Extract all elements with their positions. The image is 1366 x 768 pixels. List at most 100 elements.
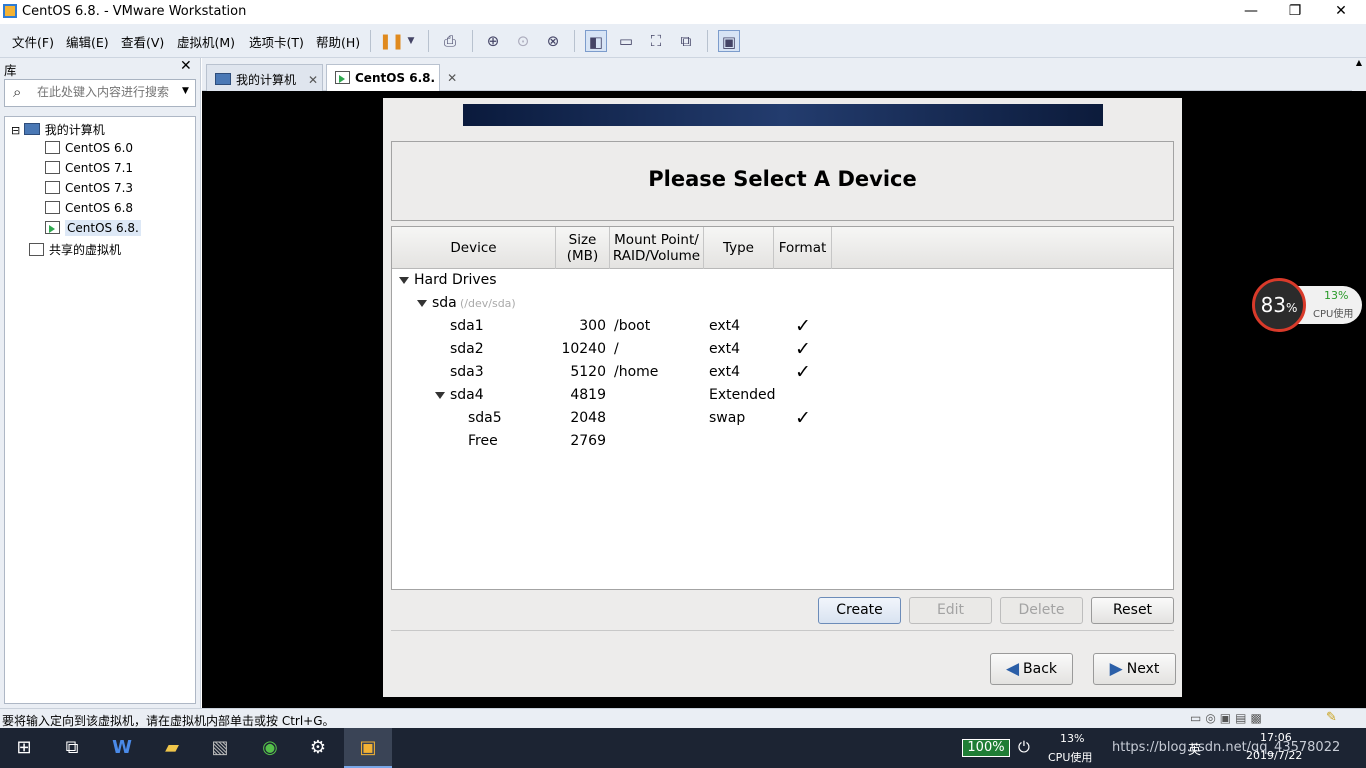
device-name: sda2 xyxy=(450,341,484,357)
clock-date[interactable]: 2019/7/22 xyxy=(1246,749,1302,762)
tree-item-label: CentOS 6.8. xyxy=(65,220,141,236)
tab-strip: 我的计算机 ✕ CentOS 6.8. ✕ xyxy=(202,58,1366,92)
device-row[interactable]: sda1 300/boot ext4 ✓ xyxy=(392,315,1173,338)
close-icon[interactable]: ✕ xyxy=(1318,0,1364,24)
pause-icon[interactable]: ❚❚ xyxy=(379,30,404,52)
library-tree: ⊟ 我的计算机 CentOS 6.0 CentOS 7.1 CentOS 7.3 Cen… xyxy=(4,116,196,704)
device-row[interactable]: sda4 4819 Extended xyxy=(392,384,1173,407)
snapshot-manager-icon[interactable]: ⊗ xyxy=(542,30,564,52)
device-size: 4819 xyxy=(570,387,606,403)
menu-file[interactable]: 文件(F) xyxy=(12,32,54,51)
device-row[interactable]: sda2 10240 / ext4 ✓ xyxy=(392,338,1173,361)
menu-edit[interactable]: 编辑(E) xyxy=(66,32,109,51)
show-library-icon[interactable]: ◧ xyxy=(585,30,607,52)
tab-centos-68[interactable]: CentOS 6.8. ✕ xyxy=(326,64,457,92)
search-dropdown-icon[interactable]: ▼ xyxy=(182,86,189,96)
format-check-icon: ✓ xyxy=(795,338,811,360)
cpu-monitor-widget[interactable]: 13% CPU使用 83% xyxy=(1250,276,1362,334)
library-tree-item[interactable]: CentOS 6.8. xyxy=(45,220,141,241)
unity-icon[interactable]: ⧉ xyxy=(675,30,697,52)
expander-icon[interactable] xyxy=(435,392,445,399)
windows-start-icon[interactable]: ⊞ xyxy=(0,728,48,768)
battery-indicator[interactable]: 100% xyxy=(962,739,1010,757)
snapshot-revert-icon[interactable]: ⊙ xyxy=(512,30,534,52)
device-path: (/dev/sda) xyxy=(460,297,516,310)
file-explorer-icon[interactable]: ▰ xyxy=(148,728,196,768)
tab-close-icon[interactable]: ✕ xyxy=(308,73,318,87)
library-panel: 库 ✕ ⌕ ▼ ⊟ 我的计算机CentOS 6.0CentOS 7.1CentO… xyxy=(0,58,201,708)
clock-time[interactable]: 17:06 xyxy=(1260,731,1292,744)
send-ctrl-alt-del-icon[interactable]: ⎙ xyxy=(439,30,461,52)
column-size[interactable]: Size (MB) xyxy=(556,227,610,269)
library-tree-item[interactable]: CentOS 6.8 xyxy=(45,201,133,221)
library-search-input[interactable] xyxy=(37,85,177,99)
tree-collapse-icon[interactable]: ⊟ xyxy=(11,124,24,137)
vmware-taskbar-icon[interactable]: ▣ xyxy=(344,728,392,768)
menu-vm[interactable]: 虚拟机(M) xyxy=(177,32,235,51)
tab-label: CentOS 6.8. xyxy=(355,71,436,85)
minimize-icon[interactable]: — xyxy=(1228,0,1274,24)
column-type[interactable]: Type xyxy=(704,227,774,269)
library-tree-item[interactable]: CentOS 6.0 xyxy=(45,141,133,161)
ime-indicator[interactable]: 英 xyxy=(1188,739,1201,758)
device-row[interactable]: sda5 2048 swap ✓ xyxy=(392,407,1173,430)
column-mount[interactable]: Mount Point/ RAID/Volume xyxy=(610,227,704,269)
device-row[interactable]: Free 2769 xyxy=(392,430,1173,453)
library-tree-item[interactable]: ⊟ 我的计算机 xyxy=(11,121,105,141)
library-tree-item[interactable]: 共享的虚拟机 xyxy=(29,241,121,261)
library-tree-item[interactable]: CentOS 7.1 xyxy=(45,161,133,181)
screenshot-app-icon[interactable]: ▧ xyxy=(196,728,244,768)
tab-scroll-arrow[interactable]: ▲ xyxy=(1352,58,1366,92)
maximize-icon[interactable]: ❐ xyxy=(1272,0,1318,24)
power-dropdown-icon[interactable]: ▼ xyxy=(400,30,422,52)
taskbar-cpu-usage: 13% xyxy=(1060,732,1085,745)
library-tree-item[interactable]: CentOS 7.3 xyxy=(45,181,133,201)
back-label: Back xyxy=(1023,661,1058,677)
column-device[interactable]: Device xyxy=(392,227,556,269)
device-size: 300 xyxy=(579,318,606,334)
column-format[interactable]: Format xyxy=(774,227,832,269)
menu-help[interactable]: 帮助(H) xyxy=(316,32,360,51)
format-check-icon: ✓ xyxy=(795,407,811,429)
message-log-icon[interactable]: ✎ xyxy=(1326,710,1337,725)
reset-button[interactable]: Reset xyxy=(1091,597,1174,624)
back-button[interactable]: ◀ Back xyxy=(990,653,1073,685)
library-close-icon[interactable]: ✕ xyxy=(180,58,192,74)
thumbnail-bar-icon[interactable]: ▭ xyxy=(615,30,637,52)
browser-app-icon[interactable]: ◉ xyxy=(246,728,294,768)
vm-running-icon xyxy=(335,71,350,84)
title-bar: CentOS 6.8. - VMware Workstation — ❐ ✕ xyxy=(0,0,1366,24)
ring-percent: 83 xyxy=(1260,293,1287,317)
device-row[interactable]: sda (/dev/sda) xyxy=(392,292,1173,315)
device-status-icons[interactable]: ▭◎▣▤▩ xyxy=(1190,711,1266,725)
tree-item-label: CentOS 7.1 xyxy=(65,161,134,175)
device-row[interactable]: Hard Drives xyxy=(392,269,1173,292)
library-search: ⌕ ▼ xyxy=(4,79,196,107)
word-app-icon[interactable]: W xyxy=(98,728,146,768)
snapshot-take-icon[interactable]: ⊕ xyxy=(482,30,504,52)
tree-item-label: CentOS 6.0 xyxy=(65,141,134,155)
status-message: 要将输入定向到该虚拟机，请在虚拟机内部单击或按 Ctrl+G。 xyxy=(2,714,335,728)
edit-button[interactable]: Edit xyxy=(909,597,992,624)
menu-view[interactable]: 查看(V) xyxy=(121,32,164,51)
delete-button[interactable]: Delete xyxy=(1000,597,1083,624)
tab-my-computer[interactable]: 我的计算机 ✕ xyxy=(206,64,323,91)
settings-gear-icon[interactable]: ⚙ xyxy=(294,728,342,768)
menu-tabs[interactable]: 选项卡(T) xyxy=(249,32,304,51)
create-button[interactable]: Create xyxy=(818,597,901,624)
vm-running-icon xyxy=(45,221,60,234)
device-row[interactable]: sda3 5120/home ext4 ✓ xyxy=(392,361,1173,384)
memory-ring: 83% xyxy=(1252,278,1306,332)
menu-toolbar: 文件(F) 编辑(E) 查看(V) 虚拟机(M) 选项卡(T) 帮助(H) ❚❚… xyxy=(0,24,1366,58)
tab-close-icon[interactable]: ✕ xyxy=(447,71,457,85)
next-label: Next xyxy=(1126,661,1160,677)
windows-taskbar: ⊞ ⧉ W ▰ ▧ ◉ ⚙ ▣ 100% ⏻ 13% CPU使用 https:/… xyxy=(0,728,1366,768)
expander-icon[interactable] xyxy=(417,300,427,307)
task-view-icon[interactable]: ⧉ xyxy=(48,728,96,768)
full-screen-icon[interactable]: ⛶ xyxy=(645,30,667,52)
device-size: 10240 xyxy=(561,341,606,357)
next-button[interactable]: ▶ Next xyxy=(1093,653,1176,685)
toolbar-separator xyxy=(370,30,371,52)
console-view-icon[interactable]: ▣ xyxy=(718,30,740,52)
expander-icon[interactable] xyxy=(399,277,409,284)
